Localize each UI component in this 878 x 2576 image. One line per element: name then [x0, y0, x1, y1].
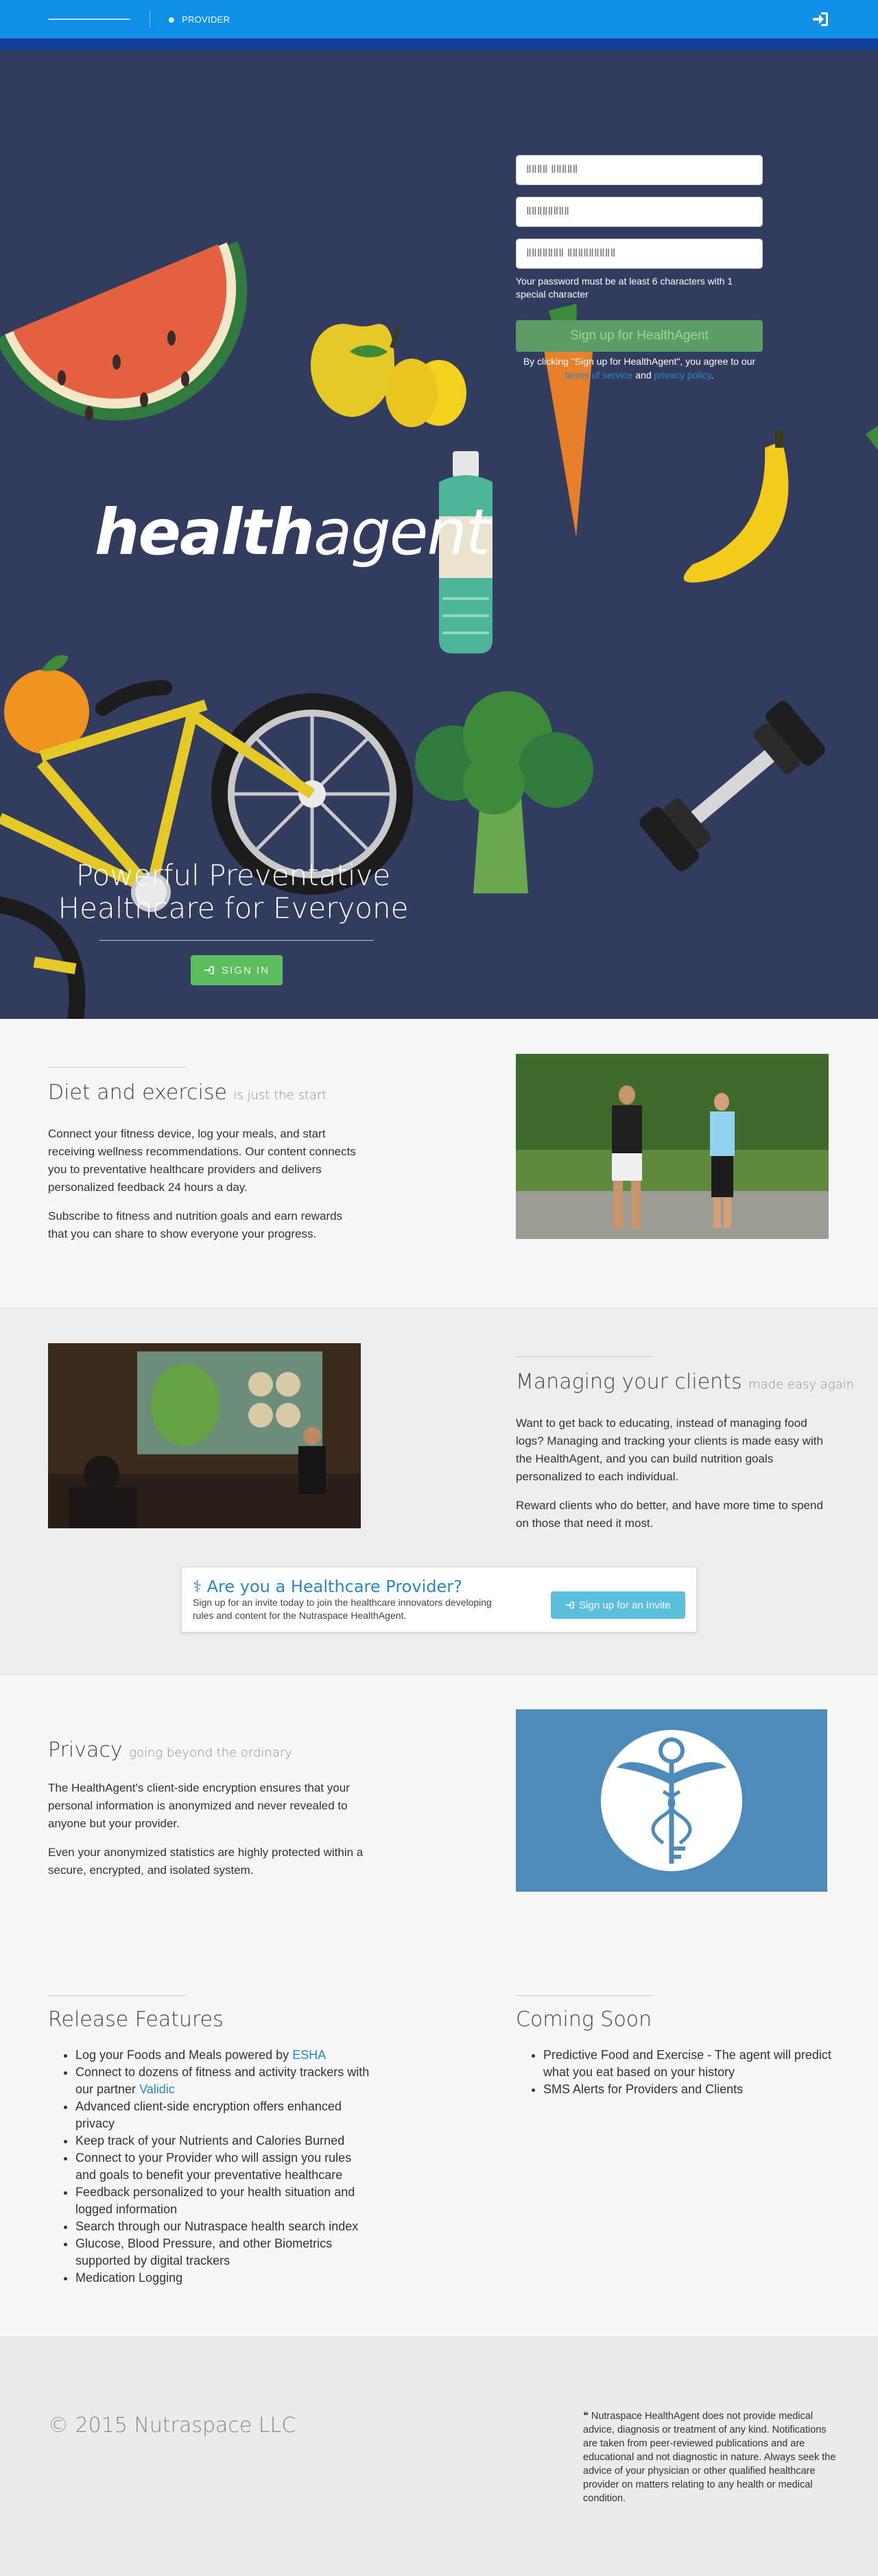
disclaimer-text: Nutraspace HealthAgent does not provide … — [583, 2411, 836, 2504]
user-icon: ☻ — [167, 14, 176, 25]
provider-nav-label: PROVIDER — [181, 14, 230, 25]
caduceus-graphic — [516, 1709, 827, 1892]
orange-illustration — [4, 655, 89, 754]
banana-illustration — [683, 431, 789, 583]
hero-title: Powerful Preventative Healthcare for Eve… — [58, 858, 409, 925]
clients-title-main: Managing your clients — [516, 1370, 742, 1394]
sign-in-icon[interactable] — [811, 10, 830, 29]
feature-text: Medication Logging — [75, 2271, 183, 2285]
privacy-subtitle: going beyond the ordinary — [129, 1746, 292, 1760]
features-section: Release Features Log your Foods and Meal… — [0, 1961, 878, 2336]
release-feature-item: Glucose, Blood Pressure, and other Biome… — [75, 2235, 370, 2270]
privacy-paragraph-1: The HealthAgent's client-side encryption… — [48, 1781, 350, 1830]
quote-icon: ❝ — [583, 2411, 589, 2422]
classroom-photo — [48, 1343, 361, 1528]
wordmark-light: agent — [313, 496, 490, 569]
diet-title: Diet and exercise is just the start — [48, 1081, 327, 1105]
sign-in-icon — [204, 966, 215, 974]
name-field[interactable] — [516, 155, 763, 185]
healthagent-wordmark: healthagent — [95, 496, 490, 569]
diet-body: Connect your fitness device, log your me… — [48, 1125, 364, 1254]
section-rule — [516, 1356, 653, 1357]
hero-divider — [99, 940, 374, 941]
provider-invite-title: Are you a Healthcare Provider? — [206, 1577, 462, 1596]
privacy-title-main: Privacy — [48, 1738, 123, 1762]
privacy-title: Privacy going beyond the ordinary — [48, 1738, 292, 1762]
signup-form: Your password must be at least 6 charact… — [516, 155, 763, 382]
diet-section: Diet and exercise is just the start Conn… — [0, 1019, 878, 1308]
coming-soon-item: SMS Alerts for Providers and Clients — [543, 2081, 838, 2098]
partner-link[interactable]: ESHA — [292, 2048, 326, 2062]
release-feature-item: Feedback personalized to your health sit… — [75, 2184, 370, 2218]
release-feature-item: Keep track of your Nutrients and Calorie… — [75, 2132, 370, 2150]
partner-link[interactable]: Validic — [139, 2082, 175, 2096]
user-md-icon: ⚕ — [193, 1577, 202, 1596]
terms-of-service-link[interactable]: terms of service — [565, 370, 633, 381]
diet-paragraph-1: Connect your fitness device, log your me… — [48, 1127, 356, 1194]
release-feature-item: Advanced client-side encryption offers e… — [75, 2098, 370, 2132]
feature-text: Connect to your Provider who will assign… — [75, 2151, 352, 2182]
invite-signup-button[interactable]: Sign up for an Invite — [551, 1591, 685, 1619]
medical-disclaimer: ❝ Nutraspace HealthAgent does not provid… — [583, 2409, 837, 2505]
coming-soon-list: Predictive Food and Exercise - The agent… — [516, 2047, 838, 2098]
feature-text: Connect to dozens of fitness and activit… — [75, 2065, 370, 2096]
privacy-body: The HealthAgent's client-side encryption… — [48, 1779, 364, 1890]
provider-invite-text: Sign up for an invite today to join the … — [193, 1597, 492, 1621]
clients-subtitle: made easy again — [748, 1377, 855, 1392]
section-rule — [48, 1067, 185, 1068]
provider-nav-link[interactable]: ☻ PROVIDER — [167, 14, 230, 25]
terms-suffix: . — [711, 370, 714, 381]
password-hint: Your password must be at least 6 charact… — [516, 276, 733, 300]
section-rule — [516, 1995, 653, 1996]
watermelon-illustration — [0, 241, 248, 421]
feature-text: Log your Foods and Meals powered by — [75, 2048, 293, 2062]
terms-text: By clicking "Sign up for HealthAgent", y… — [516, 354, 763, 382]
release-features-list: Log your Foods and Meals powered by ESHA… — [48, 2047, 370, 2287]
broccoli-illustration — [415, 691, 593, 893]
clients-body: Want to get back to educating, instead o… — [516, 1415, 831, 1543]
sign-in-icon — [566, 1601, 575, 1609]
privacy-section: Privacy going beyond the ordinary The He… — [0, 1674, 878, 1961]
nav-subbar — [0, 38, 878, 50]
diet-subtitle: is just the start — [233, 1088, 327, 1103]
terms-and: and — [635, 370, 652, 381]
hero-signin-button[interactable]: SIGN IN — [191, 955, 283, 985]
email-field[interactable] — [516, 197, 763, 227]
runners-photo — [516, 1054, 829, 1239]
diet-title-main: Diet and exercise — [48, 1081, 227, 1105]
clients-paragraph-2: Reward clients who do better, and have m… — [516, 1499, 823, 1530]
apple-illustration — [311, 324, 466, 427]
feature-text: Keep track of your Nutrients and Calorie… — [75, 2134, 345, 2147]
hero-signin-label: SIGN IN — [222, 964, 270, 976]
coming-soon-item: Predictive Food and Exercise - The agent… — [543, 2047, 838, 2081]
signup-button[interactable]: Sign up for HealthAgent — [516, 320, 763, 352]
release-feature-item: Log your Foods and Meals powered by ESHA — [75, 2047, 370, 2064]
privacy-paragraph-2: Even your anonymized statistics are high… — [48, 1846, 364, 1877]
copyright: © 2015 Nutraspace LLC — [48, 2414, 296, 2437]
invite-signup-label: Sign up for an Invite — [579, 1599, 671, 1611]
password-field[interactable] — [516, 239, 763, 269]
release-feature-item: Medication Logging — [75, 2270, 370, 2287]
privacy-policy-link[interactable]: privacy policy — [654, 370, 711, 381]
diet-paragraph-2: Subscribe to fitness and nutrition goals… — [48, 1209, 343, 1240]
feature-text: Feedback personalized to your health sit… — [75, 2185, 355, 2216]
section-rule — [48, 1995, 185, 1996]
hero-section: healthagent Your password must be at lea… — [0, 50, 878, 1019]
top-navbar: ☻ PROVIDER — [0, 0, 878, 38]
dumbbell-illustration — [639, 701, 825, 871]
release-title: Release Features — [48, 2008, 224, 2032]
feature-text: Glucose, Blood Pressure, and other Biome… — [75, 2237, 333, 2267]
provider-invite-card: ⚕ Are you a Healthcare Provider? Sign up… — [181, 1567, 697, 1633]
coming-title: Coming Soon — [516, 2008, 652, 2032]
release-feature-item: Connect to your Provider who will assign… — [75, 2150, 370, 2184]
feature-text: Advanced client-side encryption offers e… — [75, 2099, 342, 2130]
wordmark-bold: health — [95, 496, 315, 569]
clients-title: Managing your clients made easy again — [516, 1370, 854, 1394]
brand-logo[interactable] — [48, 19, 130, 20]
release-feature-item: Search through our Nutraspace health sea… — [75, 2218, 370, 2235]
terms-prefix: By clicking "Sign up for HealthAgent", y… — [523, 356, 756, 367]
clients-paragraph-1: Want to get back to educating, instead o… — [516, 1417, 823, 1483]
feature-text: Search through our Nutraspace health sea… — [75, 2219, 359, 2233]
release-feature-item: Connect to dozens of fitness and activit… — [75, 2064, 370, 2098]
